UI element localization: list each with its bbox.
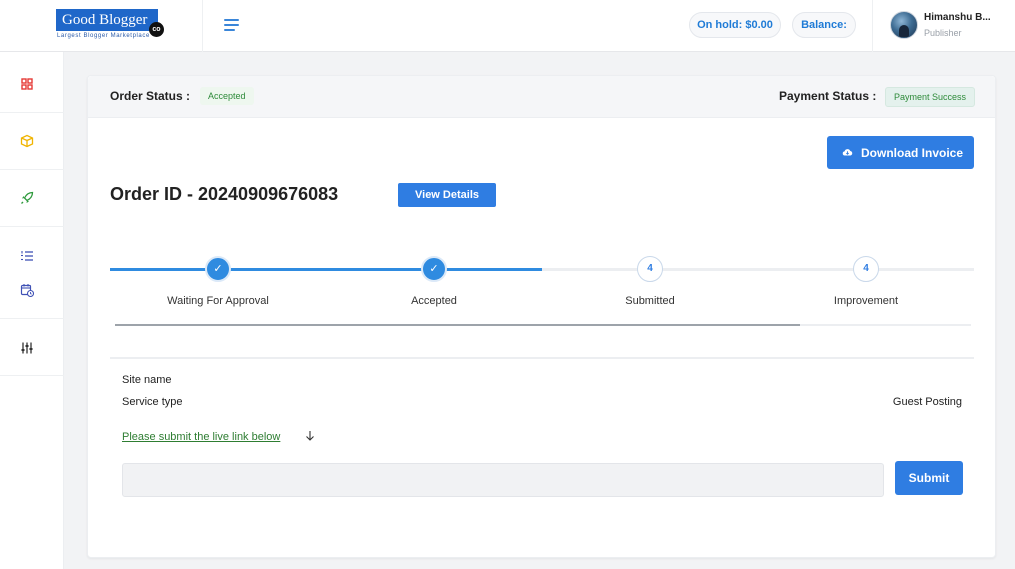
service-type-label: Service type: [122, 396, 183, 408]
balance-badge[interactable]: Balance:: [792, 12, 856, 38]
submit-button[interactable]: Submit: [895, 461, 963, 495]
order-card: Order Status : Accepted Payment Status :…: [87, 75, 996, 558]
top-bar: Good Blogger co Largest Blogger Marketpl…: [0, 0, 1015, 52]
view-details-button[interactable]: View Details: [398, 183, 496, 207]
arrow-down-icon: [306, 431, 314, 441]
sliders-icon: [21, 342, 33, 354]
payment-status-badge: Payment Success: [885, 87, 976, 107]
menu-toggle-icon[interactable]: [224, 18, 240, 32]
order-status-label: Order Status :: [110, 89, 191, 103]
dashboard-grid-icon: [21, 78, 33, 90]
avatar[interactable]: [890, 11, 918, 39]
payment-status-label: Payment Status :: [779, 89, 877, 103]
sidebar-item-orders[interactable]: [0, 227, 64, 319]
logo[interactable]: Good Blogger: [56, 9, 158, 31]
user-role: Publisher: [924, 28, 962, 38]
sidebar-item-packages[interactable]: [0, 113, 64, 170]
logo-text: Good Blogger: [62, 12, 148, 28]
step-pending-node: 4: [853, 256, 879, 282]
order-status-badge: Accepted: [200, 87, 254, 105]
stepper-progress-fill: [115, 324, 800, 326]
brand-area: Good Blogger co Largest Blogger Marketpl…: [0, 0, 203, 52]
stepper-progress-bar: [115, 324, 971, 326]
sidebar-item-settings[interactable]: [0, 319, 64, 376]
user-separator: [872, 0, 873, 52]
sidebar-item-dashboard[interactable]: [0, 56, 64, 113]
rocket-icon: [21, 191, 34, 204]
live-link-prompt[interactable]: Please submit the live link below: [122, 431, 280, 443]
cloud-download-icon: [842, 149, 853, 156]
logo-badge: co: [149, 22, 164, 37]
step-done-check-icon: ✓: [421, 256, 447, 282]
order-stepper: ✓ ✓ 4 4 Waiting For Approval Accepted Su…: [110, 254, 974, 324]
ordered-list-icon: [21, 251, 33, 261]
site-name-label: Site name: [122, 374, 172, 386]
logo-tagline: Largest Blogger Marketplace: [57, 33, 150, 39]
step-label-improvement: Improvement: [833, 295, 899, 307]
step-label-accepted: Accepted: [411, 295, 457, 307]
order-id: Order ID - 20240909676083: [110, 184, 339, 204]
user-name[interactable]: Himanshu B...: [924, 12, 991, 23]
step-label-submitted: Submitted: [625, 295, 675, 307]
sidebar: [0, 52, 64, 569]
calendar-clock-icon: [20, 284, 34, 297]
order-status-bar: Order Status : Accepted Payment Status :…: [88, 76, 995, 118]
sidebar-item-boost[interactable]: [0, 170, 64, 227]
live-link-input[interactable]: [122, 463, 884, 497]
service-type-value: Guest Posting: [892, 396, 962, 408]
download-invoice-label: Download Invoice: [861, 146, 964, 160]
step-pending-node: 4: [637, 256, 663, 282]
section-divider: [110, 357, 974, 359]
download-invoice-button[interactable]: Download Invoice: [827, 136, 974, 169]
on-hold-badge[interactable]: On hold: $0.00: [689, 12, 781, 38]
step-done-check-icon: ✓: [205, 256, 231, 282]
package-box-icon: [20, 134, 34, 148]
step-label-waiting: Waiting For Approval: [167, 295, 269, 307]
